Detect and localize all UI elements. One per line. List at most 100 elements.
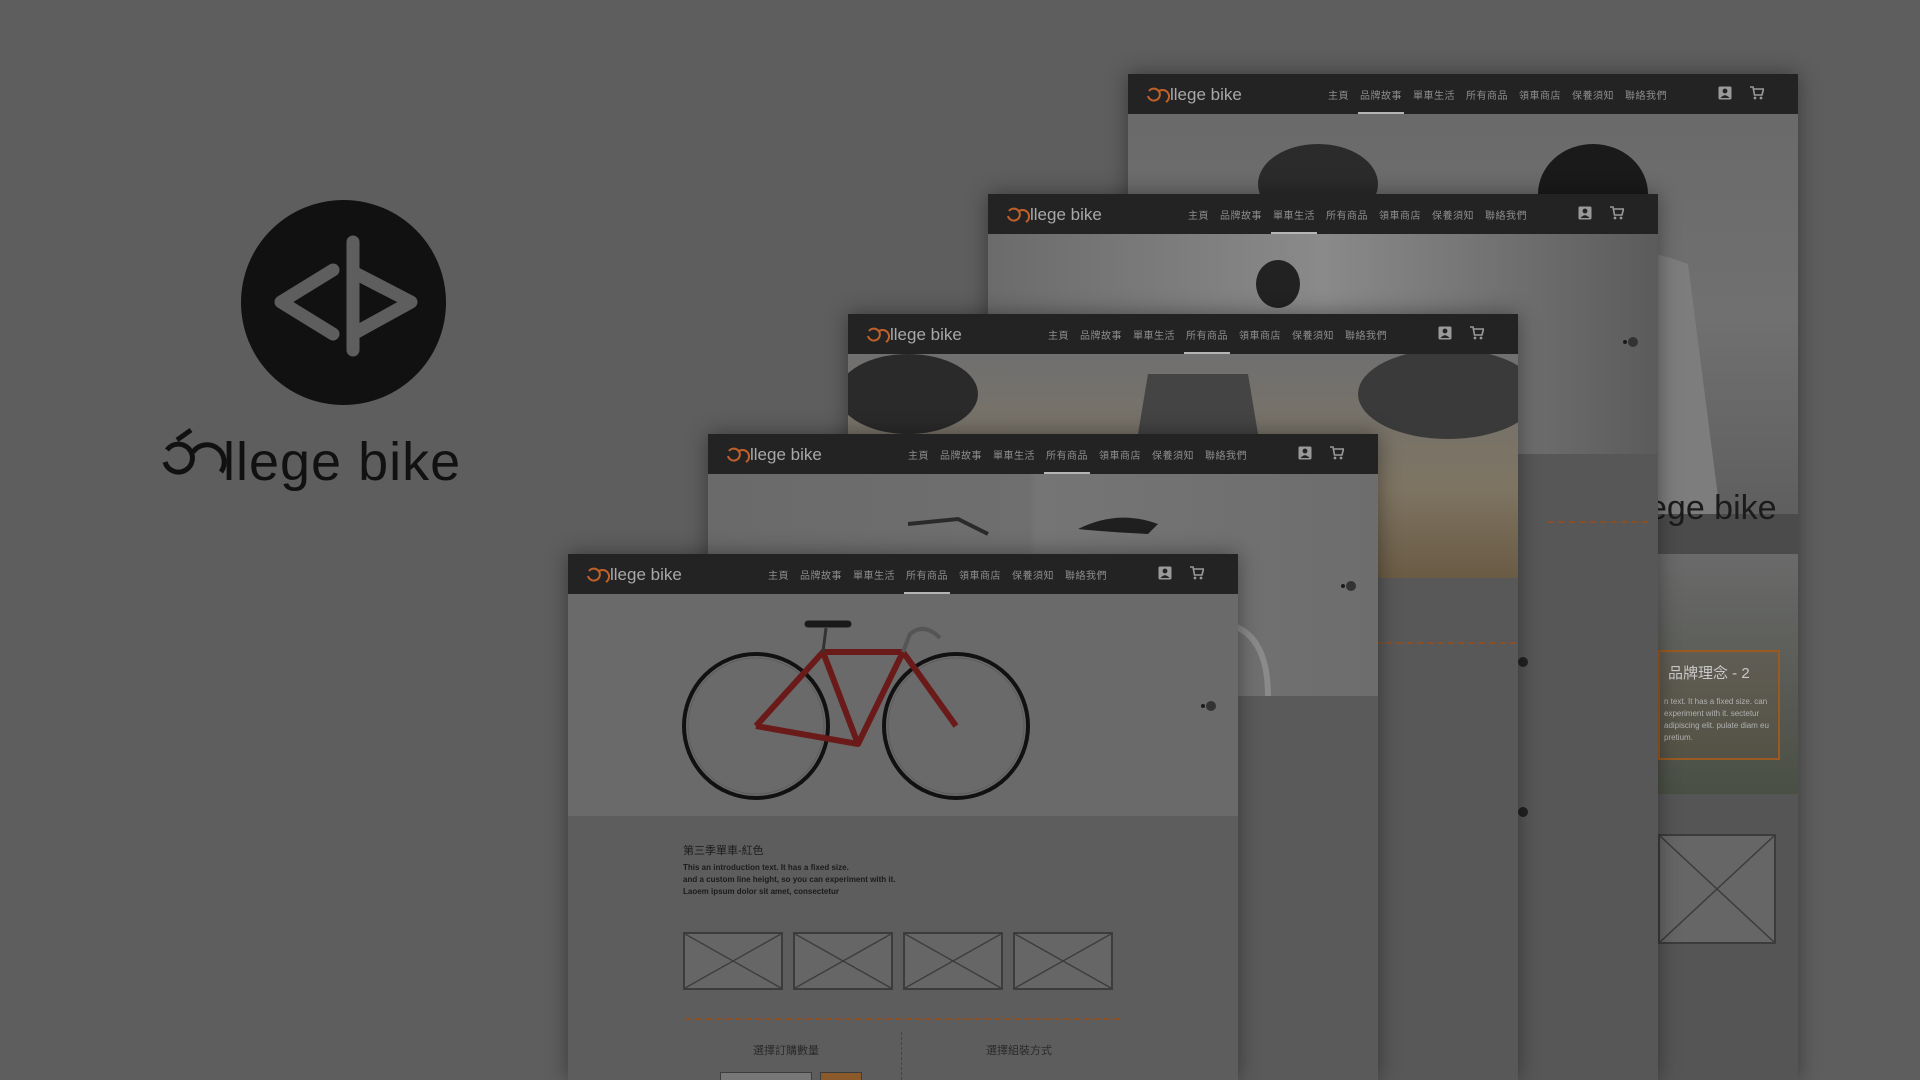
nav-item[interactable]: 領車商店: [1239, 327, 1281, 342]
divider: [1376, 642, 1516, 644]
nav-item[interactable]: 品牌故事: [940, 447, 982, 462]
site-logo-text: llege bike: [1030, 205, 1102, 224]
site-navbar: llege bike 主頁 品牌故事 單車生活 所有商品 領車商店 保養須知 聯絡我們: [568, 554, 1238, 594]
nav-item[interactable]: 主頁: [1328, 87, 1349, 102]
thumbnail-placeholder[interactable]: [1013, 932, 1113, 990]
nav-item[interactable]: 保養須知: [1292, 327, 1334, 342]
nav-item[interactable]: 單車生活: [1271, 207, 1317, 234]
site-logo-text: llege bike: [610, 565, 682, 584]
nav-item[interactable]: 主頁: [908, 447, 929, 462]
site-logo-text: llege bike: [750, 445, 822, 464]
nav-item[interactable]: 品牌故事: [1358, 87, 1404, 114]
stage: llege bike llege bike 主頁 品牌故事 單車生活 所有商品 領車商店…: [0, 0, 1920, 1080]
nav-item[interactable]: 所有商品: [904, 567, 950, 594]
mockup-card-5: llege bike 主頁 品牌故事 單車生活 所有商品 領車商店 保養須知 聯絡我們: [568, 554, 1238, 1080]
nav-item[interactable]: 主頁: [1048, 327, 1069, 342]
site-navbar: llege bike 主頁 品牌故事 單車生活 所有商品 領車商店 保養須知 聯絡我們: [848, 314, 1518, 354]
divider: [1548, 521, 1648, 523]
carousel-dots-icon[interactable]: [1340, 578, 1356, 594]
site-navbar: llege bike 主頁 品牌故事 單車生活 所有商品 領車商店 保養須知 聯絡我們: [708, 434, 1378, 474]
cart-icon[interactable]: [1330, 446, 1344, 460]
nav-item[interactable]: 單車生活: [993, 447, 1035, 462]
intro-line: This an introduction text. It has a fixe…: [683, 863, 849, 872]
site-logo[interactable]: llege bike: [1002, 202, 1132, 226]
nav-item[interactable]: 保養須知: [1572, 87, 1614, 102]
nav-icons: [1578, 206, 1624, 220]
nav-item[interactable]: 品牌故事: [800, 567, 842, 582]
nav-icons: [1718, 86, 1764, 100]
product-thumbnails: [683, 932, 1113, 990]
nav-item[interactable]: 聯絡我們: [1625, 87, 1667, 102]
site-logo[interactable]: llege bike: [722, 442, 852, 466]
nav-item[interactable]: 單車生活: [853, 567, 895, 582]
nav-item[interactable]: 聯絡我們: [1065, 567, 1107, 582]
brand-logo-icon: [241, 200, 446, 405]
nav-item[interactable]: 單車生活: [1413, 87, 1455, 102]
nav-item[interactable]: 所有商品: [1044, 447, 1090, 474]
nav-menu: 主頁 品牌故事 單車生活 所有商品 領車商店 保養須知 聯絡我們: [1188, 194, 1538, 234]
site-logo[interactable]: llege bike: [582, 562, 712, 586]
quantity-input[interactable]: [720, 1072, 812, 1080]
nav-item[interactable]: 聯絡我們: [1345, 327, 1387, 342]
nav-icons: [1298, 446, 1344, 460]
nav-item[interactable]: 聯絡我們: [1205, 447, 1247, 462]
hero-overlay-text: ege bike: [1648, 489, 1777, 527]
account-icon[interactable]: [1438, 326, 1452, 340]
quantity-stepper[interactable]: [820, 1072, 862, 1080]
cart-icon[interactable]: [1750, 86, 1764, 100]
brand-concept-box: 品牌理念 - 2 n text. It has a fixed size. ca…: [1658, 650, 1780, 760]
cart-icon[interactable]: [1470, 326, 1484, 340]
nav-icons: [1438, 326, 1484, 340]
carousel-dots-icon[interactable]: [1622, 334, 1638, 350]
nav-item[interactable]: 品牌故事: [1080, 327, 1122, 342]
column-divider: [901, 1032, 902, 1080]
account-icon[interactable]: [1298, 446, 1312, 460]
nav-item[interactable]: 保養須知: [1152, 447, 1194, 462]
site-logo[interactable]: llege bike: [862, 322, 992, 346]
nav-menu: 主頁 品牌故事 單車生活 所有商品 領車商店 保養須知 聯絡我們: [1328, 74, 1678, 114]
nav-item[interactable]: 單車生活: [1133, 327, 1175, 342]
thumbnail-placeholder[interactable]: [793, 932, 893, 990]
site-logo-text: llege bike: [890, 325, 962, 344]
nav-item[interactable]: 聯絡我們: [1485, 207, 1527, 222]
nav-item[interactable]: 領車商店: [1099, 447, 1141, 462]
nav-menu: 主頁 品牌故事 單車生活 所有商品 領車商店 保養須知 聯絡我們: [908, 434, 1258, 474]
nav-item[interactable]: 領車商店: [1379, 207, 1421, 222]
account-icon[interactable]: [1718, 86, 1732, 100]
nav-menu: 主頁 品牌故事 單車生活 所有商品 領車商店 保養須知 聯絡我們: [768, 554, 1118, 594]
product-photo: [568, 594, 1238, 816]
brand-concept-text: n text. It has a fixed size. can experim…: [1664, 697, 1769, 742]
intro-line: Laoem ipsum dolor sit amet, consectetur: [683, 887, 840, 896]
nav-item[interactable]: 品牌故事: [1220, 207, 1262, 222]
select-assembly-label: 選擇組裝方式: [986, 1045, 1052, 1057]
nav-item[interactable]: 保養須知: [1432, 207, 1474, 222]
brand-word-text: llege bike: [223, 432, 461, 492]
site-navbar: llege bike 主頁 品牌故事 單車生活 所有商品 領車商店 保養須知 聯絡我們: [1128, 74, 1798, 114]
select-quantity-label: 選擇訂購數量: [753, 1045, 819, 1057]
nav-item[interactable]: 所有商品: [1326, 207, 1368, 222]
thumbnail-placeholder[interactable]: [903, 932, 1003, 990]
site-logo[interactable]: llege bike: [1142, 82, 1272, 106]
divider: [686, 1018, 1120, 1020]
product-intro: This an introduction text. It has a fixe…: [683, 862, 943, 898]
nav-item[interactable]: 所有商品: [1184, 327, 1230, 354]
nav-item[interactable]: 所有商品: [1466, 87, 1508, 102]
brand-block: llege bike: [155, 200, 535, 500]
brand-concept-title: 品牌理念 - 2: [1668, 665, 1750, 682]
carousel-dots-icon[interactable]: [1200, 698, 1216, 714]
thumbnail-placeholder[interactable]: [683, 932, 783, 990]
product-title: 第三季單車-紅色: [683, 845, 764, 857]
nav-item[interactable]: 主頁: [1188, 207, 1209, 222]
nav-item[interactable]: 主頁: [768, 567, 789, 582]
nav-item[interactable]: 領車商店: [959, 567, 1001, 582]
site-logo-text: llege bike: [1170, 85, 1242, 104]
cart-icon[interactable]: [1610, 206, 1624, 220]
nav-item[interactable]: 領車商店: [1519, 87, 1561, 102]
cart-icon[interactable]: [1190, 566, 1204, 580]
site-navbar: llege bike 主頁 品牌故事 單車生活 所有商品 領車商店 保養須知 聯絡我們: [988, 194, 1658, 234]
nav-icons: [1158, 566, 1204, 580]
account-icon[interactable]: [1578, 206, 1592, 220]
nav-item[interactable]: 保養須知: [1012, 567, 1054, 582]
account-icon[interactable]: [1158, 566, 1172, 580]
nav-menu: 主頁 品牌故事 單車生活 所有商品 領車商店 保養須知 聯絡我們: [1048, 314, 1398, 354]
